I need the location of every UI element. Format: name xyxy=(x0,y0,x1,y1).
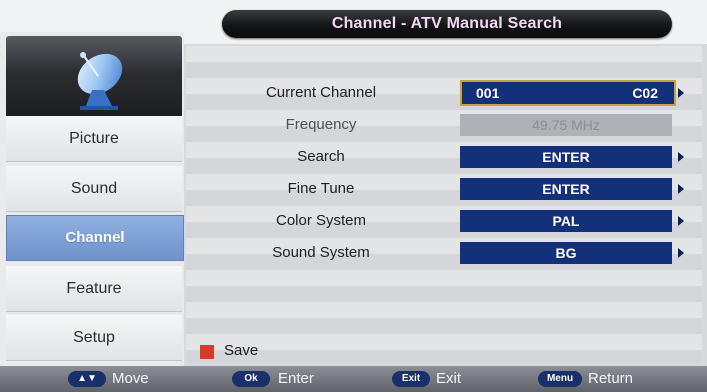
setting-row-sound-system[interactable]: Sound System BG xyxy=(186,238,702,268)
chevron-right-icon xyxy=(678,248,684,258)
page-title: Channel - ATV Manual Search xyxy=(331,15,563,32)
hint-move-label: Move xyxy=(112,370,149,387)
hint-exit-label: Exit xyxy=(436,370,462,387)
sidebar-item-feature[interactable]: Feature xyxy=(6,266,182,312)
color-system-value[interactable]: PAL xyxy=(460,210,672,232)
sound-system-value[interactable]: BG xyxy=(460,242,672,264)
setting-row-fine-tune[interactable]: Fine Tune ENTER xyxy=(186,174,702,204)
setting-row-frequency: Frequency 49.75 MHz xyxy=(186,110,702,140)
tv-menu-screen: Channel - ATV Manual Search Picture Soun… xyxy=(0,0,707,392)
sidebar-item-label: Picture xyxy=(69,130,119,147)
sidebar-item-label: Sound xyxy=(70,180,118,197)
sidebar-item-label: Channel xyxy=(65,229,125,246)
search-value[interactable]: ENTER xyxy=(460,146,672,168)
frequency-label: Frequency xyxy=(285,116,357,133)
sidebar: Picture Sound Channel Feature Setup xyxy=(0,32,184,368)
sidebar-item-channel[interactable]: Channel xyxy=(6,215,184,261)
exit-key-icon: Exit xyxy=(392,371,430,387)
sidebar-item-label: Setup xyxy=(73,329,115,346)
sidebar-item-label: Feature xyxy=(66,280,122,297)
chevron-right-icon xyxy=(678,88,684,98)
chevron-right-icon xyxy=(678,184,684,194)
setting-row-current-channel[interactable]: Current Channel 001 C02 xyxy=(186,78,702,108)
menu-key-icon: Menu xyxy=(538,371,582,387)
sound-system-label: Sound System xyxy=(272,244,370,261)
category-icon-panel xyxy=(6,36,182,118)
fine-tune-label: Fine Tune xyxy=(287,180,355,197)
current-channel-value[interactable]: 001 C02 xyxy=(460,80,676,106)
arrow-keys-icon: ▲▼ xyxy=(68,371,106,387)
chevron-right-icon xyxy=(678,216,684,226)
channel-number: 001 xyxy=(476,85,500,101)
current-channel-label: Current Channel xyxy=(265,84,377,101)
settings-panel: Current Channel 001 C02 Frequency 49.75 … xyxy=(186,46,702,364)
chevron-right-icon xyxy=(678,152,684,162)
title-pill: Channel - ATV Manual Search xyxy=(222,10,672,38)
sidebar-item-picture[interactable]: Picture xyxy=(6,116,182,162)
channel-code: C02 xyxy=(632,85,658,101)
hint-return-label: Return xyxy=(588,370,634,387)
red-key-icon xyxy=(200,345,214,359)
setting-row-color-system[interactable]: Color System PAL xyxy=(186,206,702,236)
sidebar-item-setup[interactable]: Setup xyxy=(6,315,182,361)
ok-key-icon: Ok xyxy=(232,371,270,387)
setting-row-search[interactable]: Search ENTER xyxy=(186,142,702,172)
satellite-dish-icon xyxy=(77,52,123,110)
sidebar-item-sound[interactable]: Sound xyxy=(6,166,182,212)
frequency-value: 49.75 MHz xyxy=(460,114,672,136)
search-label: Search xyxy=(297,148,345,165)
fine-tune-value[interactable]: ENTER xyxy=(460,178,672,200)
color-system-label: Color System xyxy=(275,212,367,229)
footer-hints: ▲▼ Move Ok Enter Exit Exit Menu Return xyxy=(0,366,707,392)
save-label: Save xyxy=(224,342,259,359)
hint-enter-label: Enter xyxy=(278,370,314,387)
